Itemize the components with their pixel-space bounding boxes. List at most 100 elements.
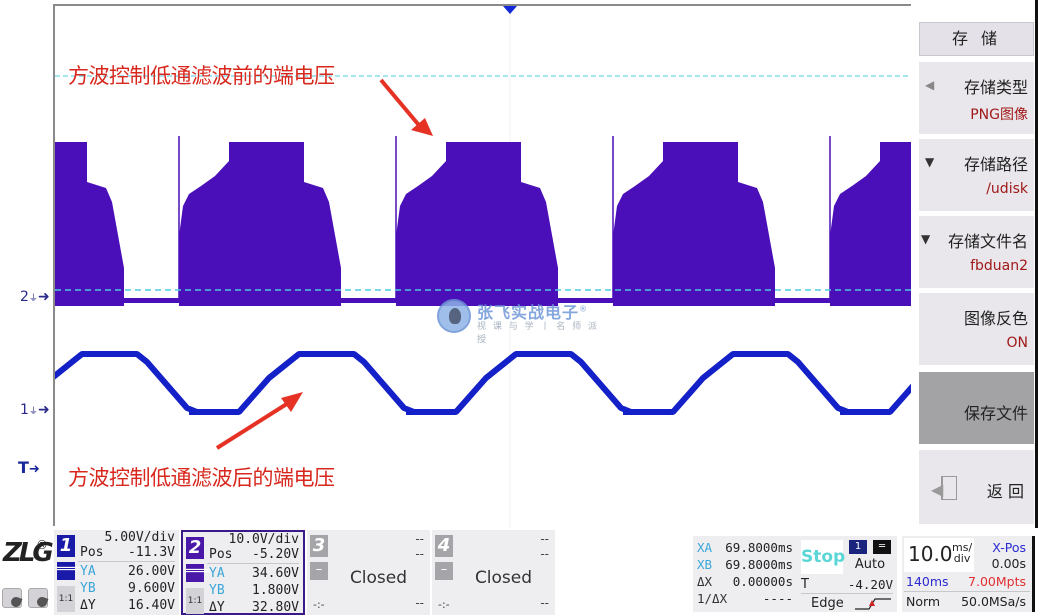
menu-item-value: fbduan2 [970, 258, 1028, 274]
delta-y-label: ΔY [80, 598, 96, 613]
inverse-delta-x-label: 1/ΔX [697, 591, 728, 606]
menu-item-value: ON [1006, 335, 1029, 351]
channel-2-burst [830, 142, 913, 306]
trigger-label: T [18, 458, 29, 477]
arrow-right-icon: ➜ [37, 402, 50, 418]
cursor-readout-panel[interactable]: XA 69.8000ms XB 69.8000ms ΔX 0.00000s 1/ΔX -… [693, 536, 797, 612]
channel-2-burst [55, 142, 124, 306]
channel-1-scale: 5.00V/div [104, 530, 175, 545]
channel-2-scale: 10.0V/div [228, 532, 299, 547]
probe-ratio: -:- [438, 598, 450, 611]
triangle-down-icon: ▼ [925, 155, 935, 169]
channel-1-badge[interactable]: 1 [57, 535, 75, 557]
channel-2-panel[interactable]: 2 10.0V/div Pos -5.20V ═══ YA 34.60V YB 1.8… [181, 530, 305, 615]
channel-3-pos: -- [415, 547, 424, 561]
xa-value: 69.8000ms [725, 540, 793, 555]
timebase-panel[interactable]: 10.0 ms/div X-Pos 0.00s 140ms 7.00Mpts No… [902, 536, 1035, 612]
back-arrow-icon: ◀ [931, 476, 957, 500]
save-file-button[interactable]: 保存文件 [919, 370, 1034, 444]
ground-icon: ⏚ [28, 294, 38, 304]
gesture-icon[interactable] [28, 588, 48, 608]
menu-item-label: 图像反色 [963, 309, 1028, 328]
pos-label: Pos [80, 545, 104, 560]
channel-1-pos: -11.3V [128, 545, 175, 560]
channel-1-label: 1 [20, 402, 29, 418]
timebase-scale[interactable]: 10.0 ms/div [904, 538, 974, 572]
channel-4-scale: -- [540, 532, 549, 546]
watermark: 张飞实战电子® 视 课 与 学 丨 名 师 派 授 [437, 299, 607, 345]
channel-2-burst [396, 142, 558, 306]
pos-label: Pos [209, 547, 233, 562]
run-stop-button[interactable]: Stop [801, 540, 845, 574]
channel-2-yb: 1.800V [252, 583, 299, 598]
xb-label: XB [697, 557, 713, 572]
probe-ratio: -:- [313, 598, 325, 611]
channel-2-burst [613, 142, 775, 306]
channel-3-badge[interactable]: 3 [310, 535, 328, 557]
xpos-value: 0.00s [991, 556, 1026, 571]
channel-4-badge[interactable]: 4 [435, 535, 453, 557]
timebase-unit-bottom: div [953, 552, 971, 565]
storage-menu: 存 储 ◀ 存储类型 PNG图像 ▼ 存储路径 /udisk ▼ 存储文件名 f… [911, 0, 1038, 530]
trigger-level-marker[interactable]: T➜ [18, 458, 40, 477]
channel-2-trace [55, 136, 913, 306]
channel-3-panel[interactable]: 3 -- -- – Closed -:- -- [307, 530, 430, 615]
menu-item-storage-type[interactable]: ◀ 存储类型 PNG图像 [919, 60, 1034, 134]
coupling-off-icon[interactable]: – [310, 562, 328, 580]
menu-item-label: 存储路径 [963, 155, 1028, 174]
channel-4-value: -- [540, 596, 549, 610]
menu-item-value: PNG图像 [970, 107, 1028, 123]
channel-1-ground-marker[interactable]: 1⏚➜ [20, 402, 50, 418]
trigger-panel[interactable]: Stop 1 ═ Auto T -4.20V Edge [797, 536, 897, 612]
oscilloscope-screen: 2⏚➜ 1⏚➜ T➜ 方波控制低通滤波前的端电压 方波控制低通滤波后的端电压 张… [0, 0, 1038, 615]
channel-1-panel[interactable]: 1 5.00V/div Pos -11.3V ═══ YA 26.00V YB 9.6… [54, 530, 179, 615]
dc-coupling-icon[interactable]: ═══ [186, 564, 209, 582]
probe-ratio[interactable]: 1:1 [57, 586, 75, 612]
channel-1-waveform [55, 351, 913, 415]
xpos-label: X-Pos [992, 540, 1026, 555]
inverse-delta-x-value: ---- [762, 591, 793, 606]
annotation-arrow-bottom [215, 392, 303, 450]
menu-item-invert-image[interactable]: 图像反色 ON [919, 291, 1034, 365]
channel-4-panel[interactable]: 4 -- -- – Closed -:- -- [432, 530, 555, 615]
channel-2-badge[interactable]: 2 [186, 537, 204, 559]
probe-ratio[interactable]: 1:1 [186, 588, 204, 614]
annotation-arrow-top [379, 78, 433, 136]
annotation-after-filter: 方波控制低通滤波后的端电压 [68, 466, 335, 490]
touch-lock-icon[interactable] [2, 588, 22, 608]
yb-label: YB [209, 583, 225, 598]
timebase-value: 10.0 [908, 542, 953, 566]
trigger-mode[interactable]: Auto [847, 557, 893, 572]
trigger-coupling-icon[interactable]: ═ [873, 540, 891, 554]
channel-2-burst [179, 142, 341, 306]
channel-4-state: Closed [474, 568, 533, 588]
menu-item-label: 返 回 [986, 482, 1024, 501]
delta-x-value: 0.00000s [732, 574, 793, 589]
menu-item-file-name[interactable]: ▼ 存储文件名 fbduan2 [919, 214, 1034, 288]
menu-item-storage-path[interactable]: ▼ 存储路径 /udisk [919, 137, 1034, 211]
channel-2-ground-marker[interactable]: 2⏚➜ [20, 289, 50, 305]
watermark-subtitle: 视 课 与 学 丨 名 师 派 授 [477, 322, 600, 345]
back-button[interactable]: ◀ 返 回 [919, 448, 1034, 524]
channel-2-ya: 34.60V [252, 566, 299, 581]
trigger-type[interactable]: Edge [811, 596, 844, 611]
ground-icon: ⏚ [28, 407, 38, 417]
channel-2-pos: -5.20V [252, 547, 299, 562]
channel-2-label: 2 [20, 289, 29, 305]
yb-label: YB [80, 581, 96, 596]
time-window: 140ms [906, 574, 949, 589]
menu-title: 存 储 [919, 22, 1034, 56]
trigger-level-label: T [801, 577, 809, 592]
delta-y-label: ΔY [209, 600, 225, 615]
trigger-position-marker [503, 6, 517, 14]
channel-1-delta-y: 16.40V [128, 598, 175, 613]
dc-coupling-icon[interactable]: ═══ [57, 562, 80, 580]
triangle-left-icon: ◀ [925, 78, 935, 92]
xb-value: 69.8000ms [725, 557, 793, 572]
triangle-down-icon: ▼ [921, 232, 931, 246]
registered-icon: ® [36, 538, 48, 552]
channel-4-pos: -- [540, 547, 549, 561]
trigger-source-badge[interactable]: 1 [849, 540, 867, 554]
channel-3-value: -- [415, 596, 424, 610]
coupling-off-icon[interactable]: – [435, 562, 453, 580]
